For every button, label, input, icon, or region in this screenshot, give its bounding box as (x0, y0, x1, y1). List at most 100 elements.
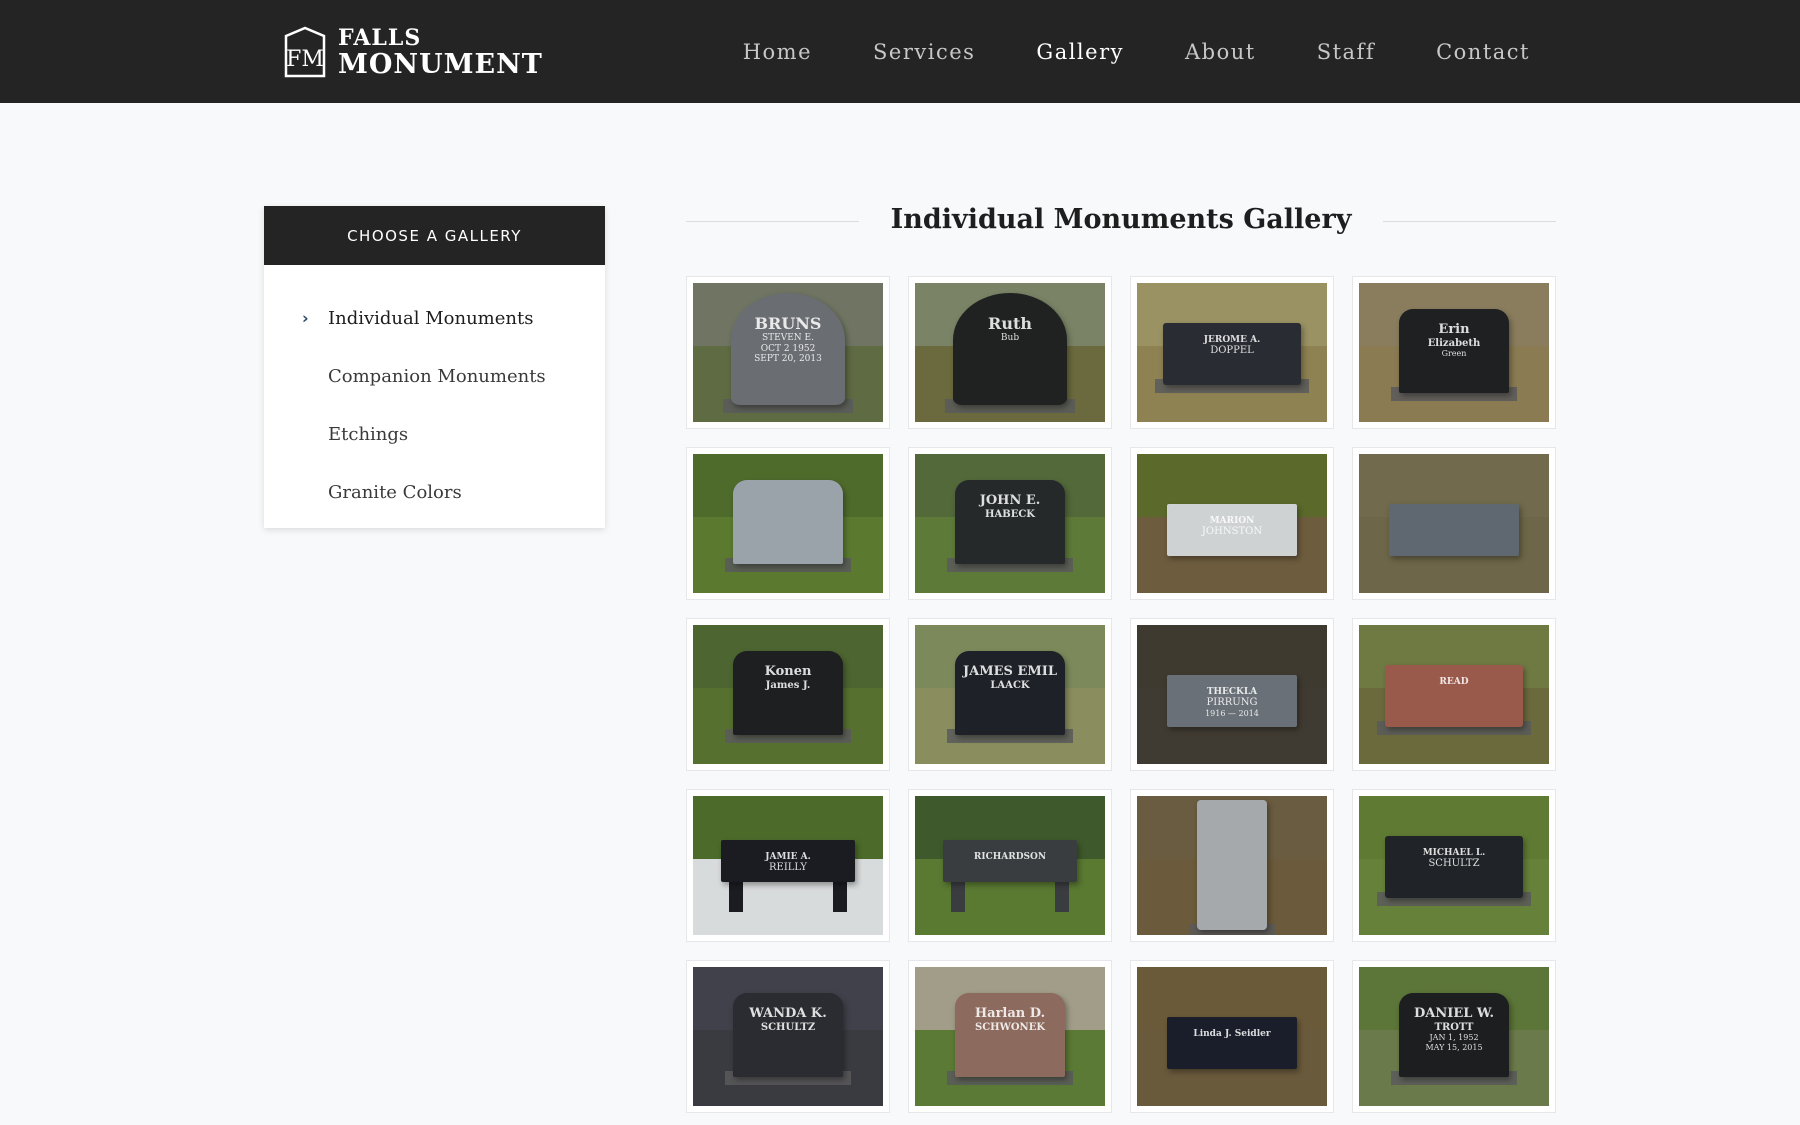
falls-monument-logo[interactable]: FM FALLS MONUMENT (282, 24, 543, 80)
read-monument-photo: READ (1359, 625, 1549, 764)
gallery-thumbnail[interactable]: MICHAEL L. SCHULTZ (1352, 789, 1556, 942)
photo-grid: BRUNS STEVEN E. OCT 2 1952 SEPT 20, 2013 Rut… (686, 276, 1556, 1113)
sidebar-item-label: Granite Colors (328, 481, 462, 503)
sidebar-item-companion-monuments[interactable]: Companion Monuments (264, 347, 605, 405)
inscription-line: 1916 — 2014 (1205, 708, 1259, 718)
doppel-monument-photo: JEROME A. DOPPEL (1137, 283, 1327, 422)
gallery-thumbnail[interactable]: JOHN E. HABECK (908, 447, 1112, 600)
gallery-title-bar: Individual Monuments Gallery (686, 200, 1556, 242)
bench-leg (833, 882, 847, 912)
inscription-line: DANIEL W. (1414, 1006, 1494, 1021)
grey-upright-photo (693, 454, 883, 593)
svg-text:FM: FM (286, 47, 324, 72)
schultz-michael-photo: MICHAEL L. SCHULTZ (1359, 796, 1549, 935)
bench-leg (1055, 882, 1069, 912)
gallery-thumbnail[interactable]: MARION JOHNSTON (1130, 447, 1334, 600)
gallery-thumbnail[interactable]: Linda J. Seidler (1130, 960, 1334, 1113)
sidebar-item-granite-colors[interactable]: Granite Colors (264, 463, 605, 521)
inscription-line: BRUNS (754, 314, 822, 333)
inscription-line: MAY 15, 2015 (1425, 1042, 1483, 1052)
monument-inscription: WANDA K. SCHULTZ (733, 1006, 843, 1033)
monument-inscription: MARION JOHNSTON (1167, 516, 1297, 538)
nav-contact[interactable]: Contact (1436, 40, 1530, 64)
gallery-thumbnail[interactable]: Erin Elizabeth Green (1352, 276, 1556, 429)
gallery-thumbnail[interactable]: BRUNS STEVEN E. OCT 2 1952 SEPT 20, 2013 (686, 276, 890, 429)
trott-monument-photo: DANIEL W. TROTT JAN 1, 1952 MAY 15, 2015 (1359, 967, 1549, 1106)
nav-services[interactable]: Services (873, 40, 975, 64)
monument-inscription: READ (1385, 677, 1523, 687)
monument-inscription: THECKLA PIRRUNG 1916 — 2014 (1167, 687, 1297, 718)
inscription-line: MARION (1209, 516, 1255, 526)
johnston-marker-photo: MARION JOHNSTON (1137, 454, 1327, 593)
gallery-thumbnail[interactable] (1352, 447, 1556, 600)
konen-book-monument-photo: Konen James J. (693, 625, 883, 764)
inscription-line: Elizabeth (1427, 337, 1481, 349)
monument-stone: RICHARDSON (943, 840, 1077, 882)
sidebar-item-label: Companion Monuments (328, 365, 546, 387)
inscription-line: STEVEN E. (762, 333, 814, 344)
green-monument-photo: Erin Elizabeth Green (1359, 283, 1549, 422)
top-navigation-bar: FM FALLS MONUMENT Home Services Gallery … (0, 0, 1800, 103)
monument-stone: JEROME A. DOPPEL (1163, 323, 1301, 385)
gallery-title: Individual Monuments Gallery (858, 204, 1384, 235)
gallery-thumbnail[interactable]: Konen James J. (686, 618, 890, 771)
sidebar-heading: CHOOSE A GALLERY (264, 206, 605, 265)
gallery-thumbnail[interactable]: WANDA K. SCHULTZ (686, 960, 890, 1113)
inscription-line: Green (1441, 349, 1467, 359)
inscription-line: READ (1439, 677, 1469, 687)
monument-inscription: Erin Elizabeth Green (1399, 322, 1509, 359)
monument-inscription: BRUNS STEVEN E. OCT 2 1952 SEPT 20, 2013 (731, 314, 845, 365)
chevron-right-icon: › (302, 308, 309, 328)
gallery-thumbnail[interactable]: DANIEL W. TROTT JAN 1, 1952 MAY 15, 2015 (1352, 960, 1556, 1113)
gallery-sidebar: CHOOSE A GALLERY › Individual Monuments … (264, 206, 605, 528)
inscription-line: PIRRUNG (1206, 697, 1258, 709)
monument-stone (733, 480, 843, 564)
gallery-thumbnail[interactable]: THECKLA PIRRUNG 1916 — 2014 (1130, 618, 1334, 771)
monument-stone: READ (1385, 665, 1523, 727)
inscription-line: JAMES EMIL (963, 664, 1057, 679)
monument-stone: DANIEL W. TROTT JAN 1, 1952 MAY 15, 2015 (1399, 993, 1509, 1077)
inscription-line: RICHARDSON (973, 852, 1047, 862)
gallery-thumbnail[interactable]: RICHARDSON (908, 789, 1112, 942)
nav-about[interactable]: About (1185, 40, 1256, 64)
schubert-monument-photo (1137, 796, 1327, 935)
monument-stone: Konen James J. (733, 651, 843, 735)
gallery-thumbnail[interactable]: JAMES EMIL LAACK (908, 618, 1112, 771)
nav-gallery[interactable]: Gallery (1036, 40, 1124, 64)
monument-stone (1389, 504, 1519, 556)
inscription-line: Bub (1000, 333, 1020, 344)
sidebar-item-individual-monuments[interactable]: › Individual Monuments (264, 289, 605, 347)
inscription-line: SEPT 20, 2013 (754, 354, 822, 365)
monument-inscription: RICHARDSON (943, 852, 1077, 862)
schwonek-monument-photo: Harlan D. SCHWONEK (915, 967, 1105, 1106)
inscription-line: OCT 2 1952 (760, 343, 816, 354)
flat-grey-marker-photo (1359, 454, 1549, 593)
nav-home[interactable]: Home (743, 40, 812, 64)
inscription-line: HABECK (985, 508, 1035, 520)
inscription-line: Konen (764, 664, 812, 679)
monument-stone: Harlan D. SCHWONEK (955, 993, 1065, 1077)
gallery-thumbnail[interactable]: JAMIE A. REILLY (686, 789, 890, 942)
gallery-thumbnail[interactable]: Harlan D. SCHWONEK (908, 960, 1112, 1113)
monument-inscription: Konen James J. (733, 664, 843, 691)
monument-stone: Linda J. Seidler (1167, 1017, 1297, 1069)
gallery-thumbnail[interactable]: Ruth Bub (908, 276, 1112, 429)
monument-stone: WANDA K. SCHULTZ (733, 993, 843, 1077)
bruns-monument-photo: BRUNS STEVEN E. OCT 2 1952 SEPT 20, 2013 (693, 283, 883, 422)
inscription-line: JAMIE A. (765, 852, 811, 862)
main-nav: Home Services Gallery About Staff Contac… (682, 0, 1530, 103)
logo-text-monument: MONUMENT (338, 48, 543, 80)
sidebar-item-label: Individual Monuments (328, 307, 534, 329)
inscription-line: Erin (1438, 322, 1470, 337)
inscription-line: JOHN E. (979, 493, 1041, 508)
monument-stone: Erin Elizabeth Green (1399, 309, 1509, 393)
monument-inscription: JAMIE A. REILLY (721, 852, 855, 874)
bench-leg (951, 882, 965, 912)
gallery-thumbnail[interactable]: JEROME A. DOPPEL (1130, 276, 1334, 429)
gallery-thumbnail[interactable]: READ (1352, 618, 1556, 771)
sidebar-item-etchings[interactable]: Etchings (264, 405, 605, 463)
gallery-thumbnail[interactable] (1130, 789, 1334, 942)
inscription-line: James J. (765, 679, 811, 691)
gallery-thumbnail[interactable] (686, 447, 890, 600)
nav-staff[interactable]: Staff (1317, 40, 1375, 64)
